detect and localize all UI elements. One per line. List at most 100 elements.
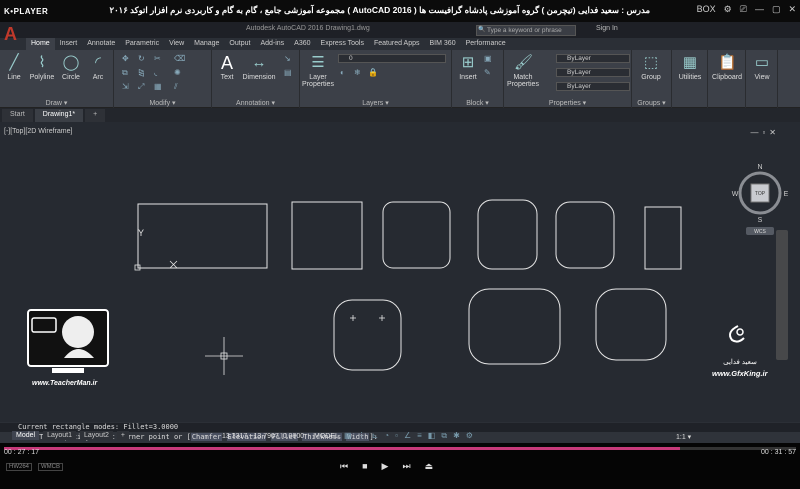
utilities-tool[interactable]: ▦ Utilities <box>674 54 706 81</box>
tab-model[interactable]: Model <box>12 431 40 440</box>
explode-icon[interactable]: ✺ <box>174 68 183 77</box>
circle-tool[interactable]: ◯ Circle <box>58 54 84 81</box>
viewcube[interactable]: TOP N S E W WCS <box>732 164 789 235</box>
mirror-icon[interactable]: ⧎ <box>138 68 147 77</box>
rounded-square-3[interactable] <box>555 201 615 269</box>
lineweight-icon[interactable]: ≡ <box>417 431 422 441</box>
tab-layout2[interactable]: Layout2 <box>80 431 113 440</box>
mode-badge[interactable]: WMCB <box>38 463 64 471</box>
codec-badge[interactable]: HW264 <box>6 463 33 471</box>
leader-icon[interactable]: ↘ <box>284 54 293 63</box>
polyline-tool[interactable]: ⌇ Polyline <box>26 54 58 81</box>
tab-manage[interactable]: Manage <box>189 38 224 50</box>
osnap-icon[interactable]: ▫ <box>395 431 398 441</box>
groups-panel-title[interactable]: Groups ▾ <box>632 99 671 107</box>
tab-annotate[interactable]: Annotate <box>82 38 120 50</box>
drawing-canvas[interactable]: Y TOP N S E W WCS [-][Top][2D Wireframe]… <box>0 122 800 422</box>
tab-bim360[interactable]: BIM 360 <box>425 38 461 50</box>
copy-icon[interactable]: ⧉ <box>122 68 131 77</box>
edit-block-icon[interactable]: ✎ <box>484 68 493 77</box>
stop-icon[interactable]: ■ <box>362 461 367 472</box>
viewport-controls-label[interactable]: [-][Top][2D Wireframe] <box>4 128 72 135</box>
layer-off-icon[interactable]: ◐ <box>340 68 349 77</box>
layer-lock-icon[interactable]: 🔒 <box>368 68 378 77</box>
annotation-scale[interactable]: 1:1 ▾ <box>676 433 691 441</box>
layer-dropdown[interactable]: 0 <box>338 54 446 63</box>
stretch-icon[interactable]: ⇲ <box>122 82 131 91</box>
lineweight-dropdown[interactable]: ByLayer <box>556 82 630 91</box>
previous-icon[interactable]: ⏮ <box>340 461 348 472</box>
tab-home[interactable]: Home <box>26 38 55 50</box>
view-tool[interactable]: ▭ View <box>748 54 776 81</box>
block-panel-title[interactable]: Block ▾ <box>452 99 503 107</box>
maximize-icon[interactable]: ▢ <box>772 4 781 15</box>
array-icon[interactable]: ▦ <box>154 82 163 91</box>
settings-icon[interactable]: ⚙ <box>724 4 732 15</box>
box-button[interactable]: BOX <box>697 4 716 15</box>
ortho-icon[interactable]: ⊾ <box>372 431 379 441</box>
snap-icon[interactable]: ⋮ <box>358 431 366 441</box>
group-tool[interactable]: ⬚ Group <box>636 54 666 81</box>
tab-output[interactable]: Output <box>224 38 255 50</box>
tab-layout1[interactable]: Layout1 <box>43 431 76 440</box>
tab-express-tools[interactable]: Express Tools <box>316 38 369 50</box>
linetype-dropdown[interactable]: ByLayer <box>556 68 630 77</box>
tab-addins[interactable]: Add-ins <box>255 38 289 50</box>
rounded-rectangle-1[interactable] <box>468 288 561 365</box>
scale-icon[interactable]: ⤢ <box>138 82 147 91</box>
layer-freeze-icon[interactable]: ❄ <box>354 68 363 77</box>
rounded-square-1[interactable] <box>382 201 451 269</box>
fillet-icon[interactable]: ◟ <box>154 68 163 77</box>
workspace-icon[interactable]: ⚙ <box>466 431 473 441</box>
rounded-rectangle-2[interactable] <box>595 288 667 361</box>
tab-featured-apps[interactable]: Featured Apps <box>369 38 425 50</box>
sign-in-button[interactable]: Sign In <box>596 25 618 32</box>
sharp-rectangle[interactable] <box>137 203 268 269</box>
arc-tool[interactable]: ◜ Arc <box>86 54 110 81</box>
annotation-visibility-icon[interactable]: ✱ <box>453 431 460 441</box>
viewport-restore-icon[interactable]: ▫ <box>762 128 765 137</box>
create-block-icon[interactable]: ▣ <box>484 54 493 63</box>
offset-icon[interactable]: ⫽ <box>174 82 183 91</box>
line-tool[interactable]: ╱ Line <box>2 54 26 81</box>
annotation-panel-title[interactable]: Annotation ▾ <box>212 99 299 107</box>
rounded-square-2[interactable] <box>477 199 538 270</box>
close-icon[interactable]: ✕ <box>788 4 796 15</box>
transparency-icon[interactable]: ◧ <box>428 431 436 441</box>
grid-icon[interactable]: ▦ <box>344 431 352 441</box>
layers-panel-title[interactable]: Layers ▾ <box>300 99 451 107</box>
player-logo[interactable]: K•PLAYER <box>4 7 48 16</box>
tab-drawing1[interactable]: Drawing1* <box>34 109 84 122</box>
navigation-bar[interactable] <box>776 230 788 360</box>
layer-properties-tool[interactable]: ☰ Layer Properties <box>302 54 334 88</box>
option-chamfer[interactable]: Chamfer <box>190 433 223 441</box>
dimension-tool[interactable]: ↔ Dimension <box>238 54 280 81</box>
tab-parametric[interactable]: Parametric <box>120 38 164 50</box>
table-icon[interactable]: ▤ <box>284 68 293 77</box>
add-layout-button[interactable]: + <box>116 431 130 440</box>
insert-tool[interactable]: ⊞ Insert <box>456 54 480 81</box>
tab-a360[interactable]: A360 <box>289 38 315 50</box>
color-dropdown[interactable]: ByLayer <box>556 54 630 63</box>
modify-panel-title[interactable]: Modify ▾ <box>114 99 211 107</box>
eject-icon[interactable]: ⏏ <box>425 461 434 472</box>
selection-cycling-icon[interactable]: ⧉ <box>441 431 447 441</box>
model-space-button[interactable]: MODEL <box>314 433 339 440</box>
square[interactable] <box>291 201 363 270</box>
text-tool[interactable]: A Text <box>214 54 240 81</box>
pip-icon[interactable]: ⎚ <box>740 4 747 15</box>
minimize-icon[interactable]: — <box>755 4 764 15</box>
viewport-close-icon[interactable]: ✕ <box>769 128 776 137</box>
wcs-menu[interactable]: WCS <box>754 229 766 235</box>
tall-rectangle[interactable] <box>644 206 682 270</box>
next-icon[interactable]: ⏭ <box>402 461 410 472</box>
tab-start[interactable]: Start <box>2 109 33 122</box>
otrack-icon[interactable]: ∠ <box>404 431 411 441</box>
polar-icon[interactable]: ◔ <box>384 431 389 441</box>
coordinates-readout[interactable]: 13.3317, -13.7907, 0.0000 <box>222 433 304 440</box>
match-properties-tool[interactable]: 🖌 Match Properties <box>506 54 540 88</box>
move-icon[interactable]: ✥ <box>122 54 131 63</box>
trim-icon[interactable]: ✂ <box>154 54 163 63</box>
seek-bar[interactable] <box>4 447 796 450</box>
properties-panel-title[interactable]: Properties ▾ <box>504 99 631 107</box>
